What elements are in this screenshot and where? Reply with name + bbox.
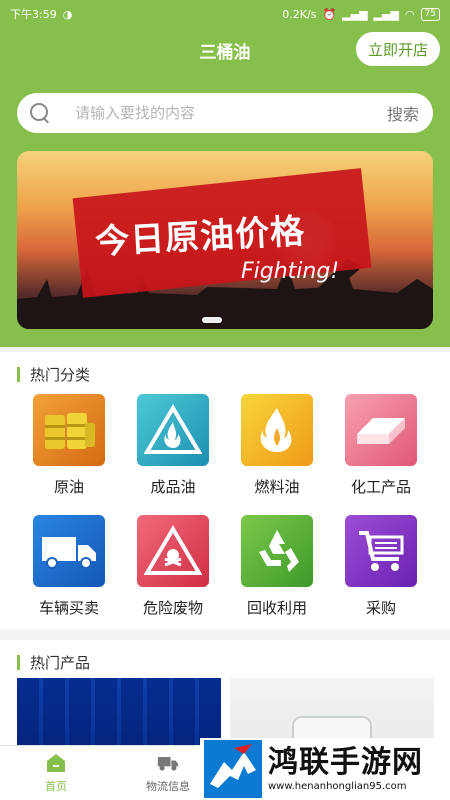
alarm-icon: ⏰ — [322, 7, 337, 21]
app-title: 三桶油 — [199, 42, 251, 63]
toxic-hazard-icon — [137, 515, 209, 587]
category-recycling[interactable]: 回收利用 — [225, 515, 329, 618]
status-time: 下午3:59 — [10, 8, 57, 21]
recycle-icon — [241, 515, 313, 587]
watermark: 鸿联手游网 www.henanhonglian95.com — [200, 738, 450, 800]
search-input[interactable] — [75, 104, 387, 122]
category-label: 化工产品 — [350, 478, 411, 496]
watermark-url: www.henanhonglian95.com — [268, 780, 407, 792]
header: 三桶油 立即开店 — [0, 28, 450, 72]
truck-icon — [33, 515, 105, 587]
banner[interactable]: 今日原油价格 Fighting! — [17, 151, 433, 329]
watermark-title: 鸿联手游网 — [268, 744, 423, 780]
open-shop-button[interactable]: 立即开店 — [356, 32, 440, 66]
category-grid: 原油 成品油 燃料油 化工产品 车辆买卖 危险废物 回收利用 采购 — [0, 394, 450, 618]
section-title: 热门产品 — [17, 652, 90, 673]
search-button[interactable]: 搜索 — [387, 101, 419, 125]
category-label: 回收利用 — [246, 599, 307, 617]
top-area: 下午3:59 ◑ 0.2K/s ⏰ ▂▄▆ ▂▄▆ ◠ 75 三桶油 立即开店 … — [0, 0, 450, 347]
nav-home[interactable]: 首页 — [0, 746, 112, 800]
home-icon — [47, 754, 65, 772]
nav-home-label: 首页 — [45, 780, 67, 793]
category-hazardous-waste[interactable]: 危险废物 — [121, 515, 225, 618]
category-refined-oil[interactable]: 成品油 — [121, 394, 225, 497]
category-vehicles[interactable]: 车辆买卖 — [17, 515, 121, 618]
signal-icon: ▂▄▆ — [342, 7, 368, 21]
category-fuel-oil[interactable]: 燃料油 — [225, 394, 329, 497]
notification-icon: ◑ — [62, 7, 73, 21]
category-label: 采购 — [365, 599, 396, 617]
category-label: 燃料油 — [254, 478, 300, 496]
category-label: 危险废物 — [142, 599, 203, 617]
flame-icon — [241, 394, 313, 466]
search-icon — [29, 102, 51, 124]
category-label: 车辆买卖 — [38, 599, 99, 617]
watermark-logo — [204, 740, 262, 798]
category-label: 原油 — [53, 478, 84, 496]
category-crude-oil[interactable]: 原油 — [17, 394, 121, 497]
hot-categories-section: 热门分类 原油 成品油 燃料油 化工产品 车辆买卖 危险废物 回收利用 采购 — [0, 352, 450, 630]
wifi-icon: ◠ — [404, 7, 415, 21]
chemical-block-icon — [345, 394, 417, 466]
category-chemical[interactable]: 化工产品 — [329, 394, 433, 497]
oil-barrels-icon — [33, 394, 105, 466]
search-bar[interactable]: 搜索 — [17, 93, 433, 133]
nav-logistics-label: 物流信息 — [146, 780, 190, 793]
category-purchasing[interactable]: 采购 — [329, 515, 433, 618]
signal-icon-2: ▂▄▆ — [373, 7, 399, 21]
category-label: 成品油 — [150, 478, 196, 496]
section-title: 热门分类 — [17, 364, 90, 385]
banner-subtitle: Fighting! — [241, 259, 340, 284]
network-speed: 0.2K/s — [282, 7, 317, 21]
banner-page-indicator — [202, 317, 222, 323]
shopping-cart-icon — [345, 515, 417, 587]
fire-hazard-icon — [137, 394, 209, 466]
logistics-truck-icon — [157, 757, 179, 771]
status-bar: 下午3:59 ◑ 0.2K/s ⏰ ▂▄▆ ▂▄▆ ◠ 75 — [0, 0, 450, 28]
battery-indicator: 75 — [420, 7, 440, 21]
